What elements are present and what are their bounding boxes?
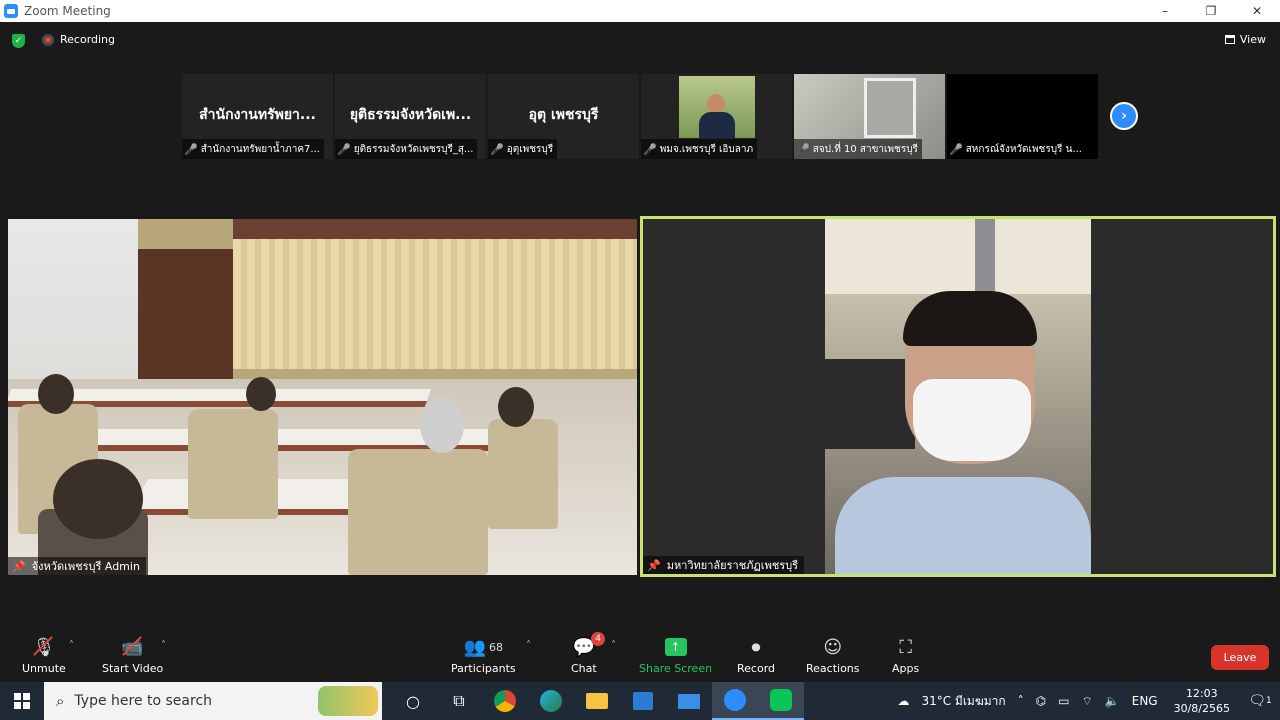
speaker-video-image (825, 219, 1091, 574)
view-label: View (1239, 33, 1266, 46)
reactions-button[interactable]: ☺ Reactions (806, 634, 860, 676)
weather-text[interactable]: 31°C มีเมฆมาก (921, 692, 1005, 711)
participants-count: 68 (489, 640, 504, 654)
recording-dot-icon (42, 33, 54, 46)
participant-label: อุตุเพชรบุรี (506, 143, 554, 155)
participant-thumbnail[interactable]: สำนักงานทรัพยา... 🎤 สำนักงานทรัพยาน้ำภาค7… (182, 74, 333, 159)
unmute-button[interactable]: 🎙 Unmute (22, 634, 66, 676)
muted-mic-icon: 🎤 (643, 142, 657, 156)
windows-logo-icon (14, 693, 30, 709)
participants-button[interactable]: 👥 68 Participants (451, 634, 516, 676)
meet-now-icon[interactable]: ⌬ (1036, 694, 1046, 708)
muted-mic-icon: 🎤 (184, 142, 198, 156)
chat-badge: 4 (591, 632, 606, 646)
volume-icon[interactable]: 🔈 (1105, 694, 1120, 708)
wifi-icon[interactable]: ⌔ (1082, 694, 1093, 709)
participant-thumbnail[interactable]: ยุติธรรมจังหวัดเพ... 🎤 ยุติธรรมจังหวัดเพช… (335, 74, 486, 159)
record-icon: ⏺ (751, 636, 761, 658)
meeting-area: ✓ Recording View สำนักงานทรัพยา... 🎤 สำนั… (0, 22, 1280, 682)
start-button[interactable] (0, 682, 44, 720)
view-button[interactable]: View (1224, 33, 1266, 46)
close-button[interactable]: ✕ (1234, 0, 1280, 22)
next-page-arrow-icon[interactable]: › (1110, 102, 1138, 130)
zoom-taskbar-icon[interactable] (712, 682, 758, 720)
search-highlight-image (318, 686, 378, 716)
clock-date: 30/8/2565 (1173, 702, 1230, 715)
video-participant-label: มหาวิทยาลัยราชภัฏเพชรบุรี (666, 559, 799, 572)
window-titlebar: Zoom Meeting – ❐ ✕ (0, 0, 1280, 22)
start-video-button[interactable]: 📹 Start Video (102, 634, 163, 676)
input-language[interactable]: ENG (1132, 694, 1158, 708)
participant-name-display: อุตุ เพชรบุรี (528, 107, 599, 123)
participant-label: สจป.ที่ 10 สาขาเพชรบุรี (812, 143, 918, 155)
chat-button[interactable]: 💬 4 Chat (571, 632, 606, 675)
muted-microphone-icon: 🎙 (32, 634, 55, 660)
participant-name-display: สำนักงานทรัพยา... (199, 107, 316, 123)
tray-overflow-chevron-icon[interactable]: ˄ (1018, 694, 1024, 708)
video-options-chevron-icon[interactable]: ˄ (161, 640, 166, 651)
restore-button[interactable]: ❐ (1188, 0, 1234, 22)
muted-mic-icon: 🎤 (490, 142, 504, 156)
participant-thumbnail[interactable]: 🎤 สหกรณ์จังหวัดเพชรบุรี น... (947, 74, 1098, 159)
participant-thumbnail[interactable]: อุตุ เพชรบุรี 🎤 อุตุเพชรบุรี (488, 74, 639, 159)
chat-options-chevron-icon[interactable]: ˄ (611, 640, 616, 651)
security-shield-icon[interactable]: ✓ (12, 34, 25, 48)
participants-icon: 👥 68 (463, 636, 504, 658)
search-placeholder: Type here to search (74, 693, 213, 709)
share-screen-button[interactable]: ↑ Share Screen (639, 634, 712, 675)
pin-icon: 📌 (647, 558, 661, 572)
share-screen-icon: ↑ (664, 634, 687, 660)
audio-options-chevron-icon[interactable]: ˄ (69, 640, 74, 651)
view-grid-icon (1224, 35, 1235, 44)
windows-taskbar: ⌕ Type here to search ○ ⧉ ☁ 31°C มีเมฆมา… (0, 682, 1280, 720)
muted-mic-icon: 🎤 (949, 142, 963, 156)
recording-indicator[interactable]: Recording (42, 33, 115, 46)
cortana-icon[interactable]: ○ (390, 682, 436, 720)
chat-icon: 💬 4 (573, 632, 606, 660)
participant-label: สำนักงานทรัพยาน้ำภาค7... (200, 143, 320, 155)
participant-thumbnail[interactable]: 🎤 พมจ.เพชรบุรี เอิบลาภ (641, 74, 792, 159)
pin-icon: 📌 (12, 559, 26, 573)
window-title: Zoom Meeting (24, 4, 111, 18)
search-icon: ⌕ (56, 692, 65, 710)
line-app-icon[interactable] (758, 682, 804, 720)
participant-label: ยุติธรรมจังหวัดเพชรบุรี_สุ... (353, 143, 474, 155)
participant-thumbnail[interactable]: 🎤 สจป.ที่ 10 สาขาเพชรบุรี (794, 74, 945, 159)
chrome-icon[interactable] (482, 682, 528, 720)
clock-time: 12:03 (1185, 687, 1218, 700)
notification-count: 1 (1266, 696, 1272, 706)
participant-name-display: ยุติธรรมจังหวัดเพ... (349, 107, 472, 123)
video-tile-meeting-room[interactable]: 📌 จังหวัดเพชรบุรี Admin (8, 219, 637, 575)
participant-thumbnail-strip: สำนักงานทรัพยา... 🎤 สำนักงานทรัพยาน้ำภาค7… (182, 74, 1098, 159)
task-view-icon[interactable]: ⧉ (436, 682, 482, 720)
participant-label: สหกรณ์จังหวัดเพชรบุรี น... (965, 143, 1082, 155)
muted-mic-icon: 🎤 (337, 142, 351, 156)
muted-mic-icon: 🎤 (796, 142, 810, 156)
minimize-button[interactable]: – (1142, 0, 1188, 22)
leave-button[interactable]: Leave (1211, 645, 1269, 670)
participant-video-image (679, 76, 755, 138)
apps-button[interactable]: ⛶ Apps (892, 634, 919, 676)
battery-icon[interactable]: ▭ (1058, 694, 1069, 708)
meeting-toolbar: 🎙 Unmute ˄ 📹 Start Video ˄ 👥 68 Participa… (0, 632, 1280, 682)
zoom-app-icon (4, 4, 18, 18)
taskbar-clock[interactable]: 12:03 30/8/2565 (1174, 686, 1230, 716)
video-off-icon: 📹 (121, 634, 143, 660)
weather-cloud-icon[interactable]: ☁ (897, 694, 909, 708)
apps-icon: ⛶ (899, 636, 912, 658)
store-icon[interactable] (620, 682, 666, 720)
record-button[interactable]: ⏺ Record (737, 634, 775, 676)
participant-label: พมจ.เพชรบุรี เอิบลาภ (659, 143, 754, 155)
notification-center-icon[interactable]: 🗨 1 (1240, 682, 1280, 720)
reactions-icon: ☺ (823, 636, 843, 658)
edge-icon[interactable] (528, 682, 574, 720)
video-participant-label: จังหวัดเพชรบุรี Admin (31, 560, 140, 573)
file-explorer-icon[interactable] (574, 682, 620, 720)
taskbar-search-box[interactable]: ⌕ Type here to search (44, 682, 382, 720)
mail-icon[interactable] (666, 682, 712, 720)
recording-label: Recording (60, 33, 116, 46)
participants-options-chevron-icon[interactable]: ˄ (526, 640, 531, 651)
video-tile-active-speaker[interactable]: 📌 มหาวิทยาลัยราชภัฏเพชรบุรี (640, 216, 1276, 577)
